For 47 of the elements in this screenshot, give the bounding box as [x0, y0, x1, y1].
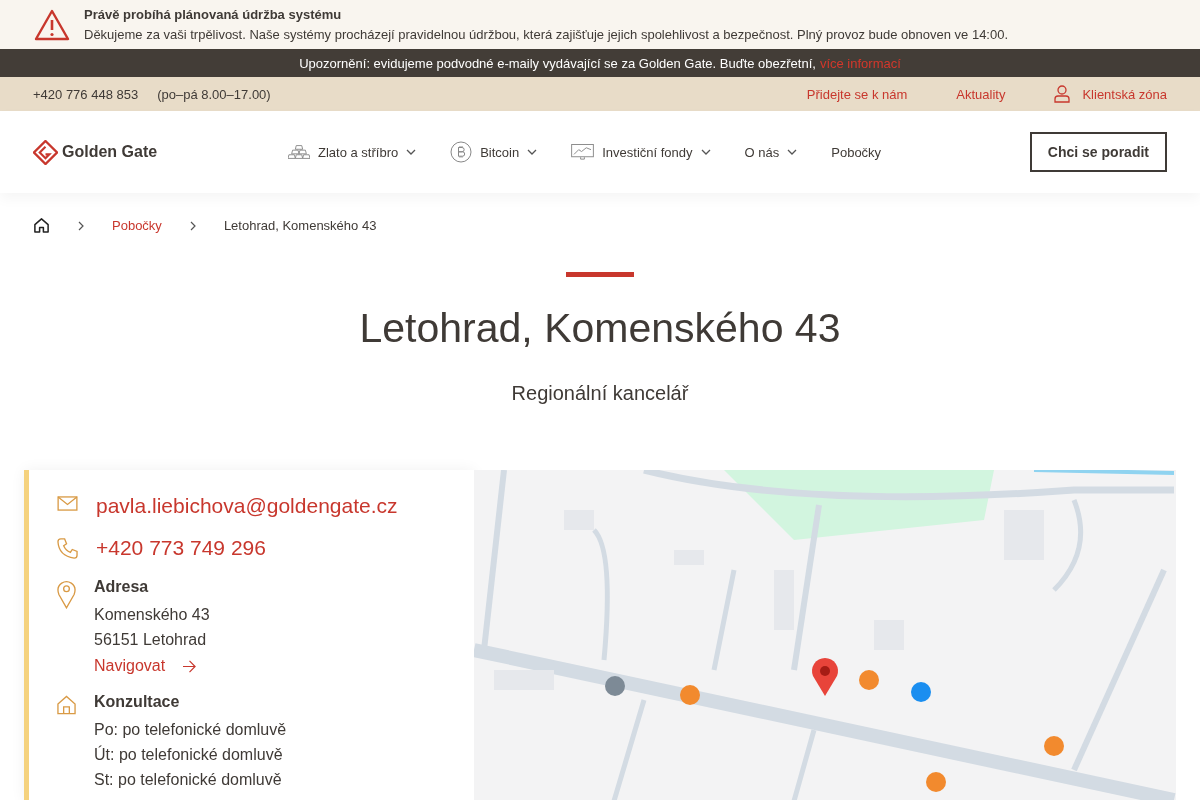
email-link[interactable]: pavla.liebichova@goldengate.cz	[96, 494, 398, 518]
nav-item[interactable]: Bitcoin	[450, 141, 538, 163]
nav-item[interactable]: O nás	[744, 144, 798, 160]
warning-icon	[34, 8, 70, 41]
breadcrumb-link[interactable]: Pobočky	[112, 218, 162, 233]
section-heading: Adresa	[94, 578, 150, 596]
nav-item[interactable]: Investiční fondy	[571, 143, 711, 161]
chart-icon	[571, 143, 595, 161]
user-icon	[1054, 85, 1071, 103]
office-hours: (po–pá 8.00–17.00)	[157, 86, 271, 102]
nav-item[interactable]: Zlato a stříbro	[288, 144, 417, 160]
info-line: Po: po telefonické domluvě	[94, 720, 287, 740]
home-icon[interactable]	[33, 217, 50, 234]
info-line: 56151 Letohrad	[94, 630, 208, 650]
chevron-right-icon	[189, 220, 196, 231]
section-heading: Konzultace	[94, 693, 181, 711]
envelope-icon	[57, 496, 78, 511]
info-line: St: po telefonické domluvě	[94, 770, 283, 790]
page-title: Letohrad, Komenského 43	[359, 305, 841, 352]
navigate-link[interactable]: Navigovat	[94, 657, 198, 675]
info-line: Komenského 43	[94, 605, 210, 625]
bitcoin-icon	[450, 141, 473, 163]
breadcrumb-current: Letohrad, Komenského 43	[223, 218, 377, 233]
contact-phone: +420 776 448 853	[33, 86, 139, 102]
phone-link[interactable]: +420 773 749 296	[96, 536, 266, 560]
chevron-down-icon	[787, 149, 798, 155]
chevron-right-icon	[78, 220, 84, 231]
chevron-down-icon	[700, 149, 711, 155]
top-link[interactable]: Aktuality	[956, 86, 1006, 102]
maintenance-title: Právě probíhá plánovaná údržba systému	[84, 7, 343, 22]
page-subtitle: Regionální kancelář	[511, 382, 689, 405]
logo-text: Golden Gate	[62, 143, 158, 161]
consult-button[interactable]: Chci se poradit	[1029, 132, 1167, 172]
warning-text: Upozornění: evidujeme podvodné e-maily vydávající se za Golden Gate. Buďte obezřetní,	[299, 55, 816, 71]
arrow-right-icon	[182, 659, 198, 673]
info-line: Út: po telefonické domluvě	[94, 744, 284, 765]
client-zone-link[interactable]: Klientská zóna	[1082, 86, 1167, 102]
location-pin-icon	[57, 580, 76, 609]
top-link[interactable]: Přidejte se k nám	[806, 86, 908, 102]
maintenance-text: Děkujeme za vaši trpělivost. Naše systémy procházejí pravidelnou údržbou, která zajišťuje jejich spolehlivost a bezpečnost. Plný provoz bude obnoven ve 14:00.	[84, 27, 1009, 42]
house-icon	[57, 695, 76, 715]
chevron-down-icon	[406, 149, 417, 155]
ingot-stack-icon	[288, 144, 310, 160]
nav-item[interactable]: Pobočky	[831, 144, 882, 160]
phone-icon	[57, 538, 78, 559]
logo-icon	[33, 139, 58, 165]
chevron-down-icon	[527, 149, 538, 155]
